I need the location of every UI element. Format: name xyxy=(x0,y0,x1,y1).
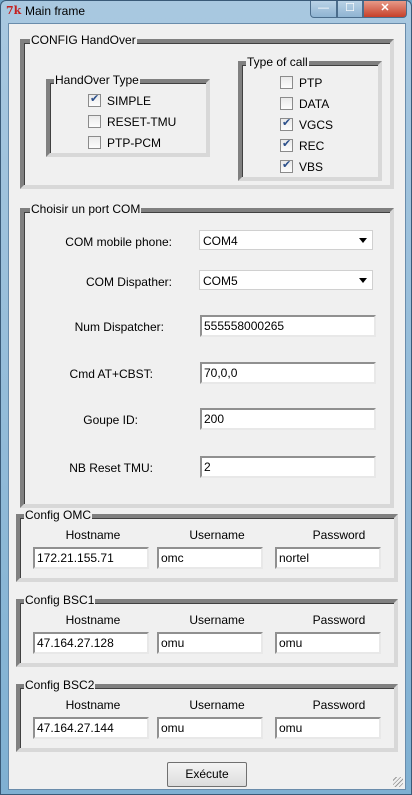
nb-reset-tmu-input[interactable]: 2 xyxy=(200,456,376,478)
com-dispatcher-select[interactable]: COM5 xyxy=(199,270,373,290)
window-title: Main frame xyxy=(25,4,86,18)
main-window: 7k Main frame — ☐ ✕ CONFIG HandOver Hand… xyxy=(0,0,412,795)
resize-grip[interactable] xyxy=(393,777,403,787)
checkbox-label: VBS xyxy=(299,160,324,174)
num-dispatcher-label: Num Dispatcher: xyxy=(74,320,164,334)
bsc1-username-input[interactable]: omu xyxy=(157,632,263,654)
config-bsc2-legend: Config BSC2 xyxy=(24,678,96,692)
bsc2-password-input[interactable]: omu xyxy=(275,717,381,739)
com-mobile-phone-label: COM mobile phone: xyxy=(65,235,172,249)
bsc2-hostname-input[interactable]: 47.164.27.144 xyxy=(33,717,149,739)
checkbox-box[interactable] xyxy=(88,115,101,128)
checkbox-box[interactable] xyxy=(280,116,293,131)
num-dispatcher-input[interactable]: 555558000265 xyxy=(200,315,376,337)
select-value: COM4 xyxy=(203,234,238,248)
client-area: CONFIG HandOver HandOver Type SIMPLE RES… xyxy=(8,23,406,790)
maximize-button[interactable]: ☐ xyxy=(337,1,363,18)
checkbox-label: DATA xyxy=(299,97,330,111)
config-omc-legend: Config OMC xyxy=(24,508,93,522)
com-port-legend: Choisir un port COM xyxy=(30,202,142,216)
com-dispatcher-label: COM Dispather: xyxy=(85,275,172,289)
cmd-cbst-input[interactable]: 70,0,0 xyxy=(200,362,376,384)
password-header: Password xyxy=(312,528,366,542)
chevron-down-icon[interactable] xyxy=(359,278,367,283)
groupe-id-label: Goupe ID: xyxy=(83,413,138,427)
username-header: Username xyxy=(189,528,245,542)
checkbox-box[interactable] xyxy=(88,136,101,149)
username-header: Username xyxy=(189,613,245,627)
nb-reset-tmu-label: NB Reset TMU: xyxy=(69,461,153,475)
tk-feather-icon: 7k xyxy=(6,4,22,17)
checkbox-box[interactable] xyxy=(88,92,101,107)
chevron-down-icon[interactable] xyxy=(359,238,367,243)
type-of-call-group: Type of call PTP DATA VGCS REC xyxy=(238,56,382,181)
handover-type-group: HandOver Type SIMPLE RESET-TMU PTP-PCM xyxy=(46,74,210,157)
com-mobile-phone-select[interactable]: COM4 xyxy=(199,230,373,250)
config-handover-legend: CONFIG HandOver xyxy=(30,33,137,47)
minimize-button[interactable]: — xyxy=(310,1,337,18)
username-header: Username xyxy=(189,698,245,712)
type-of-call-legend: Type of call xyxy=(246,55,309,69)
config-omc-group: Config OMC Hostname Username Password 17… xyxy=(16,509,398,582)
checkbox-label: RESET-TMU xyxy=(107,115,177,129)
bsc2-username-input[interactable]: omu xyxy=(157,717,263,739)
close-button[interactable]: ✕ xyxy=(363,1,407,18)
checkbox-label: PTP xyxy=(299,76,323,90)
com-port-group: Choisir un port COM COM mobile phone: CO… xyxy=(20,203,394,508)
hostname-header: Hostname xyxy=(65,698,121,712)
bsc1-hostname-input[interactable]: 47.164.27.128 xyxy=(33,632,149,654)
bsc1-password-input[interactable]: omu xyxy=(275,632,381,654)
config-handover-group: CONFIG HandOver HandOver Type SIMPLE RES… xyxy=(20,34,394,189)
password-header: Password xyxy=(312,613,366,627)
checkbox-box[interactable] xyxy=(280,76,293,89)
omc-password-input[interactable]: nortel xyxy=(275,547,381,569)
omc-hostname-input[interactable]: 172.21.155.71 xyxy=(33,547,149,569)
checkbox-label: REC xyxy=(299,139,325,153)
select-value: COM5 xyxy=(203,274,238,288)
groupe-id-input[interactable]: 200 xyxy=(200,408,376,430)
config-bsc1-group: Config BSC1 Hostname Username Password 4… xyxy=(16,594,398,667)
hostname-header: Hostname xyxy=(65,528,121,542)
checkbox-label: PTP-PCM xyxy=(107,136,161,150)
checkbox-label: SIMPLE xyxy=(107,94,152,108)
checkbox-box[interactable] xyxy=(280,158,293,173)
execute-button[interactable]: Exécute xyxy=(167,762,247,787)
config-bsc1-legend: Config BSC1 xyxy=(24,593,96,607)
title-bar[interactable]: 7k Main frame — ☐ ✕ xyxy=(1,1,411,21)
checkbox-box[interactable] xyxy=(280,97,293,110)
checkbox-label: VGCS xyxy=(299,118,334,132)
omc-username-input[interactable]: omc xyxy=(157,547,263,569)
password-header: Password xyxy=(312,698,366,712)
hostname-header: Hostname xyxy=(65,613,121,627)
handover-type-legend: HandOver Type xyxy=(54,73,140,87)
config-bsc2-group: Config BSC2 Hostname Username Password 4… xyxy=(16,679,398,752)
checkbox-box[interactable] xyxy=(280,137,293,152)
cmd-cbst-label: Cmd AT+CBST: xyxy=(69,367,153,381)
